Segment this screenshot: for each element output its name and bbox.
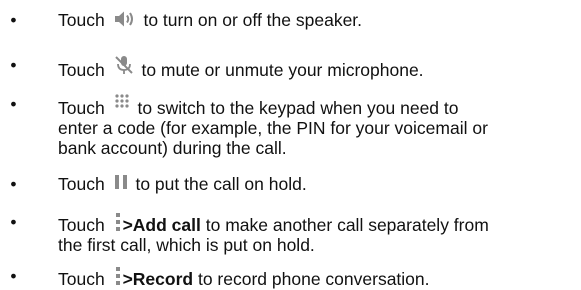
touch-word: Touch: [58, 60, 105, 80]
item-description: to mute or unmute your microphone.: [141, 60, 424, 80]
touch-word: Touch: [58, 215, 105, 235]
bullet: •: [10, 10, 17, 30]
touch-word: Touch: [58, 174, 105, 194]
item-description: to turn on or off the speaker.: [143, 10, 363, 30]
instruction-list: • Touch to turn on or off the speaker. •…: [0, 0, 581, 290]
more-options-icon: [114, 266, 122, 286]
item-description-line: to switch to the keypad when you need to: [137, 98, 459, 118]
item-description-line: to make another call separately from: [205, 215, 489, 235]
bullet: •: [10, 55, 17, 75]
item-description: to put the call on hold.: [135, 174, 307, 194]
bullet: •: [10, 94, 17, 114]
touch-word: Touch: [58, 269, 105, 289]
item-description-line: enter a code (for example, the PIN for y…: [58, 118, 488, 138]
bullet: •: [10, 174, 17, 194]
touch-word: Touch: [58, 10, 105, 30]
microphone-mute-icon: [114, 55, 134, 77]
menu-option-label: >Add call: [122, 215, 201, 235]
speaker-icon: [114, 10, 136, 28]
pause-icon: [114, 174, 128, 190]
touch-word: Touch: [58, 98, 105, 118]
keypad-icon: [114, 94, 130, 108]
item-description-line: bank account) during the call.: [58, 138, 287, 158]
more-options-icon: [114, 212, 122, 232]
item-description-line: the first call, which is put on hold.: [58, 235, 315, 255]
bullet: •: [10, 266, 17, 286]
bullet: •: [10, 212, 17, 232]
item-description: to record phone conversation.: [197, 269, 430, 289]
menu-option-label: >Record: [122, 269, 194, 289]
